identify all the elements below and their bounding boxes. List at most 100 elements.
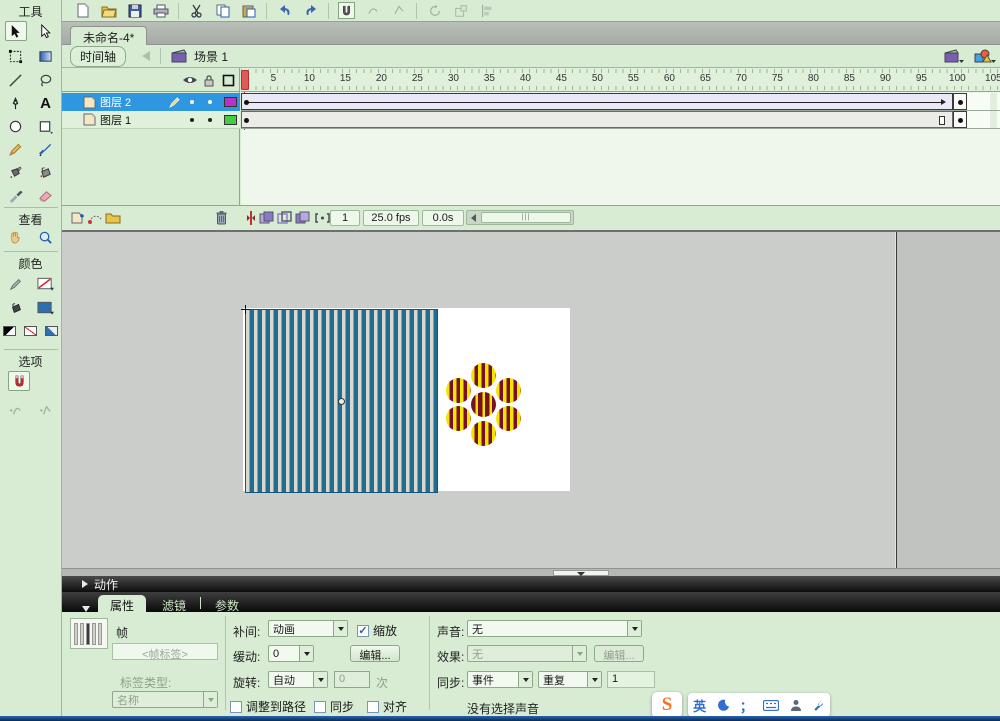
onion-skin-button[interactable] [258, 210, 276, 226]
smooth-option-button[interactable] [5, 400, 27, 420]
edit-scene-button[interactable] [944, 48, 964, 64]
layer2-frames-row[interactable] [241, 93, 1000, 111]
redo-button[interactable] [302, 2, 319, 19]
outline-square-icon[interactable] [222, 74, 235, 87]
modify-onion-markers-button[interactable] [313, 210, 331, 226]
scale-button[interactable] [452, 2, 469, 19]
snap-checkbox[interactable]: 对齐 [367, 698, 407, 715]
soft-keyboard-icon[interactable] [763, 699, 780, 711]
zoom-tool-button[interactable] [35, 227, 57, 247]
rotate-dropdown[interactable]: 自动 [268, 671, 328, 688]
wrench-icon[interactable] [812, 699, 825, 712]
sogou-logo-icon[interactable]: S [652, 692, 682, 718]
edit-ease-button[interactable]: 编辑... [350, 645, 400, 662]
ink-bottle-tool-button[interactable] [5, 162, 27, 182]
insert-layer-folder-button[interactable] [104, 210, 122, 226]
user-icon[interactable] [790, 699, 802, 712]
print-button[interactable] [152, 2, 169, 19]
free-transform-tool-button[interactable] [5, 46, 27, 66]
striped-circle-top[interactable] [471, 363, 496, 388]
layer-visibility-dot[interactable] [190, 118, 194, 122]
rotate-button[interactable] [426, 2, 443, 19]
oval-tool-button[interactable] [5, 116, 27, 136]
scene-name-label[interactable]: 场景 1 [194, 48, 228, 65]
elapsed-time-field[interactable]: 0.0s [422, 210, 464, 226]
scrollbar-thumb[interactable]: ||| [481, 212, 571, 223]
striped-circle-upper-right[interactable] [496, 378, 521, 403]
scale-checkbox[interactable]: ✓ 缩放 [357, 622, 397, 639]
line-tool-button[interactable] [5, 70, 27, 90]
save-button[interactable] [126, 2, 143, 19]
layer-outline-color-swatch[interactable] [224, 115, 237, 125]
edit-multiple-frames-button[interactable] [294, 210, 312, 226]
striped-circle-lower-right[interactable] [496, 406, 521, 431]
sync-dropdown[interactable]: 事件 [467, 671, 533, 688]
actions-panel-bar[interactable]: 动作 [62, 576, 1000, 592]
orient-to-path-checkbox[interactable]: 调整到路径 [230, 698, 306, 715]
smooth-button[interactable] [364, 2, 381, 19]
ease-stepper[interactable]: 0 [268, 645, 314, 662]
effect-dropdown[interactable]: 无 [467, 645, 587, 662]
snap-to-objects-button[interactable] [8, 371, 30, 391]
edit-effect-button[interactable]: 编辑... [594, 645, 644, 662]
lock-icon[interactable] [203, 74, 215, 87]
eye-icon[interactable] [182, 74, 198, 86]
tab-properties[interactable]: 属性 [98, 595, 147, 613]
striped-circle-center[interactable] [471, 392, 496, 417]
layer-outline-color-swatch[interactable] [224, 97, 237, 107]
timeline-panel-button[interactable]: 时间轴 [70, 45, 127, 67]
ime-language-button[interactable]: 英 [693, 696, 706, 715]
label-type-dropdown[interactable]: 名称 [112, 691, 218, 708]
delete-layer-button[interactable] [212, 210, 230, 226]
motion-tween-span[interactable] [241, 93, 953, 110]
straighten-button[interactable] [390, 2, 407, 19]
snap-toggle-button[interactable] [338, 2, 355, 19]
black-white-colors-button[interactable] [3, 326, 16, 336]
copy-button[interactable] [214, 2, 231, 19]
end-keyframe-cell[interactable] [953, 111, 967, 128]
layer-lock-dot[interactable] [208, 100, 212, 104]
subselection-tool-button[interactable] [35, 21, 57, 41]
layer-visibility-dot[interactable] [190, 100, 194, 104]
align-button[interactable] [478, 2, 495, 19]
timeline-frames-area[interactable]: 5 10 15 20 25 30 35 40 45 50 55 60 65 70 75 80 85 90 95 100… [241, 68, 1000, 205]
rotate-count-input[interactable]: 0 [334, 671, 370, 688]
transform-center-point[interactable] [338, 398, 345, 405]
insert-layer-button[interactable] [68, 210, 86, 226]
layer-row-1[interactable]: 图层 1 [62, 111, 240, 129]
scroll-left-arrow-icon[interactable] [469, 213, 479, 223]
tween-dropdown[interactable]: 动画 [268, 620, 348, 637]
stroke-color-swatch[interactable] [35, 274, 57, 294]
striped-circle-lower-left[interactable] [446, 406, 471, 431]
timeline-horizontal-scrollbar[interactable]: ||| [466, 210, 574, 225]
current-frame-field[interactable]: 1 [330, 210, 360, 226]
brush-tool-button[interactable] [35, 139, 57, 159]
sync-checkbox[interactable]: 同步 [314, 698, 354, 715]
frame-rate-field[interactable]: 25.0 fps [363, 210, 419, 226]
cut-button[interactable] [188, 2, 205, 19]
edit-symbols-button[interactable] [974, 48, 996, 64]
striped-circle-bottom[interactable] [471, 421, 496, 446]
sound-dropdown[interactable]: 无 [467, 620, 642, 637]
open-button[interactable] [100, 2, 117, 19]
half-moon-icon[interactable] [717, 699, 730, 712]
pencil-tool-button[interactable] [5, 139, 27, 159]
ime-punctuation-button[interactable]: ； [740, 696, 753, 715]
lasso-tool-button[interactable] [35, 70, 57, 90]
frame-span[interactable] [241, 111, 953, 128]
selection-tool-button[interactable] [4, 21, 27, 41]
stage-pasteboard[interactable] [62, 232, 895, 568]
onion-skin-outlines-button[interactable] [276, 210, 294, 226]
back-arrow-icon[interactable] [142, 51, 151, 61]
layer-row-2[interactable]: 图层 2 [62, 93, 240, 111]
straighten-option-button[interactable] [35, 400, 57, 420]
no-color-button[interactable] [24, 326, 37, 336]
end-keyframe-cell[interactable] [953, 93, 967, 110]
tab-parameters[interactable]: 参数 [203, 595, 251, 613]
gradient-transform-tool-button[interactable] [35, 46, 57, 66]
undo-button[interactable] [276, 2, 293, 19]
playhead[interactable] [241, 70, 249, 90]
eyedropper-tool-button[interactable] [5, 185, 27, 205]
add-motion-guide-button[interactable] [86, 210, 104, 226]
swap-colors-button[interactable] [45, 326, 58, 336]
